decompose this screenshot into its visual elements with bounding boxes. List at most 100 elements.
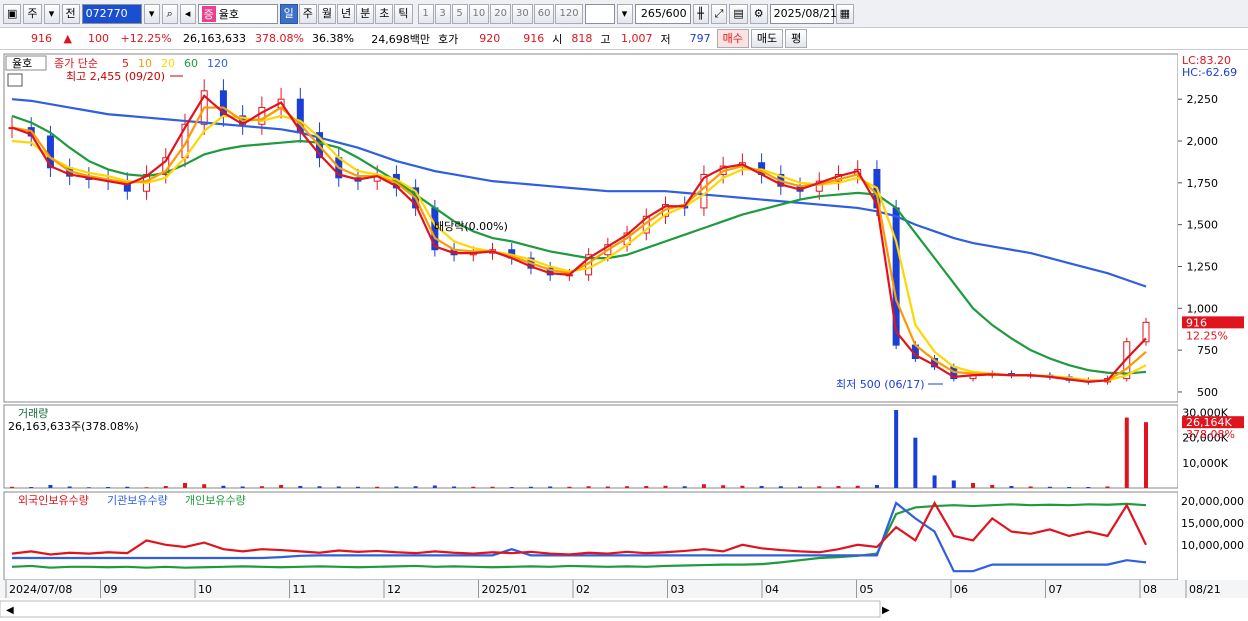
volume-bar (1086, 486, 1091, 488)
turnover: 36.38% (312, 32, 354, 45)
volume-bar (509, 486, 514, 488)
bar-count: 265 (640, 7, 662, 20)
volume-bar (1028, 486, 1033, 488)
dividend-note: 배당락(0.00%) (434, 220, 508, 233)
interval-120[interactable]: 120 (555, 3, 583, 24)
interval-custom-input[interactable] (584, 3, 615, 24)
volume-last-pct: 378.08% (1186, 428, 1235, 441)
low-note: 최저 500 (06/17) (836, 378, 925, 391)
interval-20[interactable]: 20 (490, 3, 511, 24)
volume-bar (894, 410, 899, 488)
sound-icon[interactable]: ◂ (179, 3, 196, 24)
chevron-down-icon[interactable]: ▾ (43, 3, 60, 24)
save-icon[interactable]: ▤ (729, 3, 748, 24)
stock-code-input[interactable]: 072770 (81, 3, 142, 24)
buy-button[interactable]: 매수 (716, 29, 749, 48)
volume-bar (605, 486, 610, 488)
hc-label: HC:-62.69 (1182, 66, 1237, 79)
volume-bar (163, 485, 168, 488)
holdings-legend-2: 개인보유수량 (185, 494, 246, 507)
volume-bar (317, 486, 322, 488)
interval-60[interactable]: 60 (533, 3, 555, 24)
volume-bar (874, 484, 879, 488)
volume-bar (29, 486, 34, 488)
stock-name: 율호 (218, 7, 240, 21)
volume-bar (375, 486, 380, 488)
volume-bar (548, 486, 553, 488)
volume-bar (86, 487, 91, 488)
volume-bar (721, 485, 726, 488)
layout-icon[interactable]: ▣ (3, 3, 22, 24)
last-price-box: 916 ▲ (0, 32, 80, 45)
x-tick-label: 03 (671, 583, 685, 596)
volume-bar (586, 486, 591, 488)
sell-button[interactable]: 매도 (750, 29, 784, 48)
tab-4[interactable]: 분 (356, 3, 375, 24)
volume-bar (798, 486, 803, 488)
x-tick-label: 04 (765, 583, 779, 596)
stock-name-field[interactable]: 증 율호 (197, 3, 278, 24)
volume-bar (67, 486, 72, 488)
tab-3[interactable]: 년 (337, 3, 356, 24)
eval-button[interactable]: 평 (785, 29, 808, 48)
prev-button[interactable]: 전 (61, 3, 80, 24)
quote-bar: 916 ▲ 100 +12.25% 26,163,633 378.08% 36.… (0, 28, 1248, 50)
up-arrow-icon: ▲ (63, 32, 72, 45)
x-tick-label: 12 (387, 583, 401, 596)
code-dropdown-icon[interactable]: ▾ (143, 3, 160, 24)
interval-buttons: 1 3 5 10 20 30 60 120 (417, 3, 583, 24)
volume-bar (471, 486, 476, 488)
volume-bar (759, 485, 764, 488)
tab-5[interactable]: 초 (375, 3, 394, 24)
holdings-legend-1: 기관보유수량 (107, 494, 168, 507)
volume-bar (413, 486, 418, 488)
price-y-tick-label: 1,750 (1187, 177, 1219, 190)
chart-area[interactable]: 2,2502,0001,7501,5001,2501,00075050030,0… (0, 50, 1248, 621)
volume-bar (48, 484, 53, 488)
bar-count-field[interactable]: 265/600 (634, 3, 691, 24)
name-tag: 율호 (12, 57, 32, 70)
date-field[interactable]: 2025/08/21 (769, 3, 837, 24)
candle-icon[interactable]: ╫ (692, 3, 709, 24)
x-tick-label: 11 (293, 583, 307, 596)
interval-30[interactable]: 30 (512, 3, 533, 24)
volume-y-tick-label: 10,000K (1182, 457, 1228, 470)
scroll-left-button[interactable]: ◀ (6, 605, 14, 616)
volume-bar (432, 485, 437, 488)
interval-dropdown-icon[interactable]: ▾ (616, 3, 633, 24)
x-tick-label: 08/21 (1189, 583, 1221, 596)
interval-5[interactable]: 5 (451, 3, 468, 24)
volume-bar (106, 486, 111, 488)
x-tick-label: 06 (954, 583, 968, 596)
volume-bar (144, 487, 149, 488)
scroll-right-button[interactable]: ▶ (882, 605, 890, 616)
price-y-tick-label: 1,000 (1187, 302, 1219, 315)
volume-bar (221, 485, 226, 488)
draw-icon[interactable]: ⤢ (710, 3, 728, 24)
ma-legend-120: 120 (207, 57, 228, 70)
x-tick-label: 07 (1049, 583, 1063, 596)
tab-6[interactable]: 틱 (394, 3, 413, 24)
tab-0[interactable]: 일 (279, 3, 298, 24)
interval-1[interactable]: 1 (417, 3, 434, 24)
volume-subtitle: 26,163,633주(378.08%) (8, 420, 139, 433)
period-toggle[interactable]: 주 (23, 3, 42, 24)
volume-bar (1009, 485, 1014, 488)
volume-bar (817, 486, 822, 488)
tab-2[interactable]: 월 (317, 3, 337, 24)
holdings-y-tick-label: 20,000,000 (1181, 495, 1244, 508)
tab-1[interactable]: 주 (298, 3, 317, 24)
price-panel-frame (3, 53, 1179, 403)
search-icon[interactable]: ⌕ (161, 3, 178, 24)
holdings-y-tick-label: 10,000,000 (1181, 539, 1244, 552)
volume-bar (644, 485, 649, 488)
price-y-tick-label: 1,500 (1187, 219, 1219, 232)
last-price-label: 916 (1186, 316, 1207, 329)
x-tick-label: 2025/01 (482, 583, 528, 596)
interval-10[interactable]: 10 (468, 3, 490, 24)
calendar-icon[interactable]: ▦ (835, 3, 855, 24)
gear-icon[interactable]: ⚙ (749, 3, 768, 24)
interval-3[interactable]: 3 (434, 3, 451, 24)
volume-bar (182, 482, 187, 488)
ma-legend-5: 5 (122, 57, 129, 70)
